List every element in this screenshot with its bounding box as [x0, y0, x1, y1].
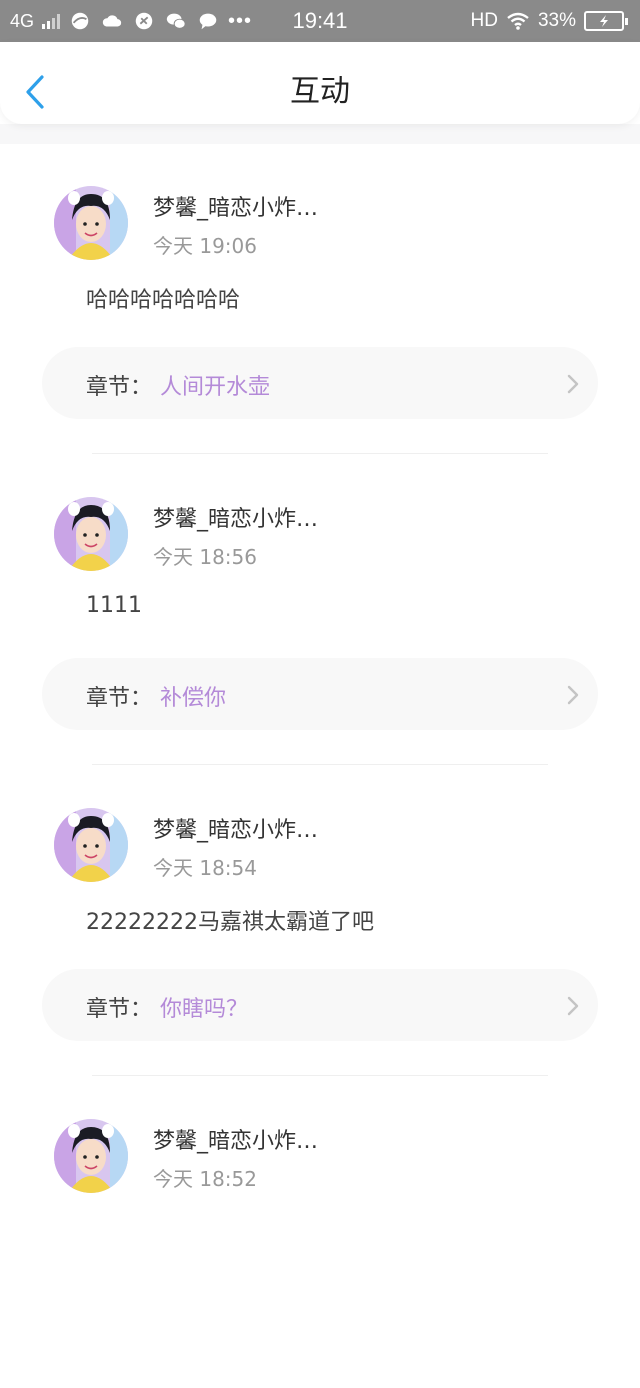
- comment-username: 梦馨_暗恋小炸…: [153, 196, 319, 221]
- chapter-link[interactable]: 章节： 补偿你: [42, 658, 598, 730]
- avatar[interactable]: [54, 1119, 128, 1193]
- avatar[interactable]: [54, 808, 128, 882]
- status-bar: 4G ••• 19:41 HD 33%: [0, 0, 640, 42]
- chapter-name: 你瞎吗？: [160, 997, 249, 1022]
- chapter-link[interactable]: 章节： 人间开水壶: [42, 347, 598, 419]
- chevron-right-icon: [567, 374, 579, 394]
- header-separator: [0, 124, 640, 144]
- comment-list[interactable]: 梦馨_暗恋小炸… 今天 19:06 哈哈哈哈哈哈哈 章节： 人间开水壶 梦馨_暗…: [0, 144, 640, 1388]
- chapter-name: 人间开水壶: [160, 375, 271, 400]
- hd-indicator: HD: [470, 10, 498, 31]
- wifi-icon: [507, 12, 529, 30]
- battery-icon: [584, 11, 628, 31]
- comment-username: 梦馨_暗恋小炸…: [153, 1129, 319, 1154]
- comment-time: 今天 18:56: [153, 545, 257, 569]
- avatar[interactable]: [54, 497, 128, 571]
- chapter-label: 章节：: [86, 375, 153, 400]
- comment-time: 今天 18:54: [153, 856, 257, 880]
- chevron-right-icon: [567, 996, 579, 1016]
- chapter-name: 补偿你: [160, 686, 227, 711]
- chevron-right-icon: [567, 685, 579, 705]
- comment-username: 梦馨_暗恋小炸…: [153, 507, 319, 532]
- app-header: 互动: [0, 42, 640, 124]
- chapter-label: 章节：: [86, 997, 153, 1022]
- comment-content: 22222222马嘉祺太霸道了吧: [86, 910, 374, 935]
- chapter-link[interactable]: 章节： 你瞎吗？: [42, 969, 598, 1041]
- comment-time: 今天 18:52: [153, 1167, 257, 1191]
- divider: [92, 453, 548, 454]
- comment-content: 1111: [86, 593, 142, 618]
- chapter-label: 章节：: [86, 686, 153, 711]
- list-item: 梦馨_暗恋小炸… 今天 19:06 哈哈哈哈哈哈哈 章节： 人间开水壶: [0, 144, 640, 455]
- comment-time: 今天 19:06: [153, 234, 257, 258]
- divider: [92, 1075, 548, 1076]
- divider: [92, 764, 548, 765]
- comment-username: 梦馨_暗恋小炸…: [153, 818, 319, 843]
- page-title: 互动: [290, 74, 350, 109]
- battery-percent: 33%: [537, 10, 576, 31]
- list-item: 梦馨_暗恋小炸… 今天 18:56 1111 章节： 补偿你: [0, 455, 640, 766]
- status-right: HD 33%: [471, 0, 628, 42]
- list-item: 梦馨_暗恋小炸… 今天 18:54 22222222马嘉祺太霸道了吧 章节： 你…: [0, 766, 640, 1077]
- list-item: 梦馨_暗恋小炸… 今天 18:52: [0, 1077, 640, 1388]
- comment-content: 哈哈哈哈哈哈哈: [86, 288, 241, 313]
- avatar[interactable]: [54, 186, 128, 260]
